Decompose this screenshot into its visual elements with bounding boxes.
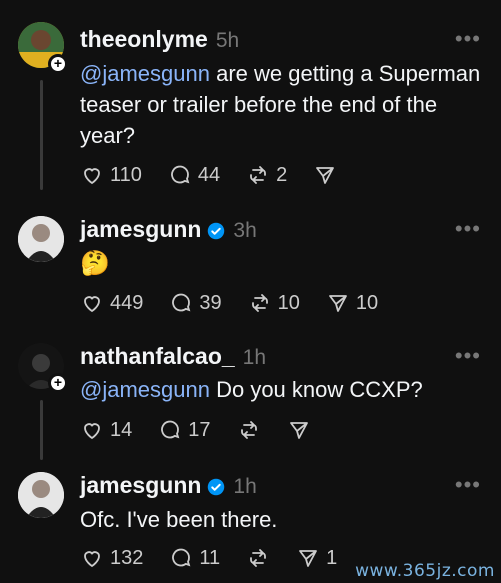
like-button[interactable]: 449 bbox=[80, 291, 143, 315]
send-icon bbox=[328, 295, 347, 312]
username[interactable]: theeonlyme 5h bbox=[80, 26, 239, 53]
send-icon bbox=[299, 550, 318, 567]
action-bar: 110 44 2 bbox=[80, 162, 363, 188]
more-options-icon[interactable]: ••• bbox=[455, 343, 481, 369]
like-button[interactable]: 110 bbox=[80, 163, 142, 187]
share-button[interactable]: 10 bbox=[326, 291, 378, 315]
username[interactable]: nathanfalcao_ 1h bbox=[80, 343, 266, 370]
share-button[interactable] bbox=[313, 163, 337, 187]
more-options-icon[interactable]: ••• bbox=[455, 216, 481, 242]
share-count: 1 bbox=[326, 546, 338, 569]
avatar[interactable] bbox=[18, 472, 64, 518]
more-options-icon[interactable]: ••• bbox=[455, 472, 481, 498]
timestamp: 1h bbox=[233, 475, 257, 498]
avatar-image bbox=[18, 472, 64, 518]
username[interactable]: jamesgunn 3h bbox=[80, 216, 257, 243]
reply-count: 39 bbox=[199, 291, 222, 314]
reply-button[interactable]: 44 bbox=[168, 163, 220, 187]
thread-line bbox=[40, 400, 43, 460]
verified-badge-icon bbox=[208, 478, 225, 496]
post-text: 🤔 bbox=[80, 250, 110, 277]
repost-button[interactable]: 2 bbox=[246, 163, 287, 187]
heart-icon bbox=[84, 423, 100, 440]
heart-icon bbox=[84, 296, 100, 313]
heart-icon bbox=[84, 551, 100, 568]
like-count: 14 bbox=[110, 418, 133, 441]
repost-button[interactable] bbox=[237, 418, 261, 442]
timestamp: 3h bbox=[233, 219, 257, 242]
repost-icon bbox=[240, 421, 257, 439]
action-bar: 132 11 1 bbox=[80, 545, 363, 571]
reply-button[interactable]: 17 bbox=[158, 418, 211, 442]
send-icon bbox=[316, 167, 335, 184]
more-options-icon[interactable]: ••• bbox=[455, 26, 481, 52]
avatar-image bbox=[18, 216, 64, 262]
repost-icon bbox=[251, 294, 268, 312]
verified-badge-icon bbox=[208, 222, 225, 240]
follow-plus-button[interactable]: + bbox=[48, 54, 68, 74]
share-button[interactable] bbox=[287, 418, 311, 442]
repost-count: 2 bbox=[276, 163, 288, 186]
reply-button[interactable]: 39 bbox=[169, 291, 222, 315]
timestamp: 5h bbox=[215, 29, 240, 52]
thread-line bbox=[40, 80, 43, 190]
like-button[interactable]: 14 bbox=[80, 418, 132, 442]
mention-link[interactable]: @jamesgunn bbox=[80, 377, 210, 402]
post-text: @jamesgunn are we getting a Superman tea… bbox=[80, 61, 481, 148]
post-text: @jamesgunn Do you know CCXP? bbox=[80, 377, 423, 402]
post-text: Ofc. I've been there. bbox=[80, 507, 278, 532]
follow-plus-button[interactable]: + bbox=[48, 373, 68, 393]
comment-icon bbox=[172, 548, 191, 567]
heart-icon bbox=[84, 168, 100, 185]
mention-link[interactable]: @jamesgunn bbox=[80, 61, 210, 86]
reply-count: 17 bbox=[188, 418, 211, 441]
repost-icon bbox=[250, 166, 267, 184]
avatar[interactable] bbox=[18, 216, 64, 262]
reply-count: 44 bbox=[197, 163, 221, 186]
action-bar: 14 17 bbox=[80, 417, 337, 443]
share-button[interactable]: 1 bbox=[296, 546, 337, 570]
watermark: www.365jz.com bbox=[355, 561, 495, 581]
repost-button[interactable] bbox=[246, 546, 270, 570]
repost-button[interactable]: 10 bbox=[248, 291, 300, 315]
comment-icon bbox=[161, 420, 180, 439]
reply-count: 11 bbox=[199, 546, 221, 569]
action-bar: 449 39 10 10 bbox=[80, 290, 404, 316]
like-count: 132 bbox=[110, 546, 144, 569]
like-count: 110 bbox=[110, 163, 142, 186]
comment-icon bbox=[172, 293, 191, 312]
repost-icon bbox=[250, 549, 267, 567]
comment-icon bbox=[171, 165, 190, 184]
like-count: 449 bbox=[110, 291, 144, 314]
share-count: 10 bbox=[355, 291, 379, 314]
like-button[interactable]: 132 bbox=[80, 546, 143, 570]
reply-button[interactable]: 11 bbox=[169, 546, 220, 570]
timestamp: 1h bbox=[242, 346, 267, 369]
send-icon bbox=[289, 422, 308, 439]
repost-count: 10 bbox=[277, 291, 300, 314]
username[interactable]: jamesgunn 1h bbox=[80, 472, 257, 499]
